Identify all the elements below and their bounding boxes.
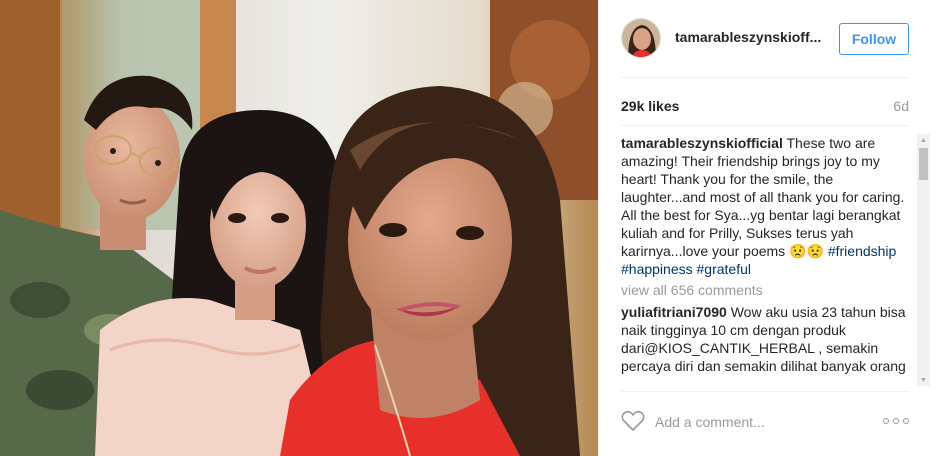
likes-divider: [621, 125, 909, 126]
hashtag-link[interactable]: #grateful: [697, 261, 751, 277]
caption: tamarableszynskiofficial These two are a…: [621, 134, 917, 278]
avatar[interactable]: [621, 18, 661, 58]
dot-icon: [903, 418, 909, 424]
footer-divider: [621, 391, 909, 392]
caption-author-link[interactable]: tamarableszynskiofficial: [621, 135, 783, 151]
more-options-icon[interactable]: [883, 418, 909, 424]
scroll-down-arrow-icon[interactable]: ▼: [917, 374, 930, 386]
post-header: tamarableszynskioff... Follow: [621, 18, 909, 60]
comments-scrollbar[interactable]: ▲ ▼: [917, 134, 930, 386]
heart-icon[interactable]: [621, 410, 645, 432]
dot-icon: [893, 418, 899, 424]
caption-text: These two are amazing! Their friendship …: [621, 135, 905, 259]
post-footer: [621, 400, 909, 446]
post-detail-panel: tamarableszynskioff... Follow 29k likes …: [598, 0, 935, 456]
avatar-image: [622, 19, 660, 57]
header-divider: [621, 77, 909, 78]
comment-item: yuliafitriani7090 Wow aku usia 23 tahun …: [621, 303, 917, 375]
username-link[interactable]: tamarableszynskioff...: [675, 29, 821, 45]
comment-author-link[interactable]: yuliafitriani7090: [621, 304, 727, 320]
scrollbar-thumb[interactable]: [919, 148, 928, 180]
comments-list[interactable]: tamarableszynskiofficial These two are a…: [621, 134, 917, 386]
selfie-photo: [0, 0, 598, 456]
follow-button[interactable]: Follow: [839, 23, 909, 55]
post-age: 6d: [893, 98, 909, 114]
hashtag-link[interactable]: #happiness: [621, 261, 693, 277]
dot-icon: [883, 418, 889, 424]
view-all-comments-link[interactable]: view all 656 comments: [621, 281, 917, 299]
scroll-up-arrow-icon[interactable]: ▲: [917, 134, 930, 146]
likes-count[interactable]: 29k likes: [621, 98, 679, 114]
hashtag-link[interactable]: #friendship: [828, 243, 897, 259]
post-photo: [0, 0, 598, 456]
add-comment-input[interactable]: [655, 410, 875, 434]
